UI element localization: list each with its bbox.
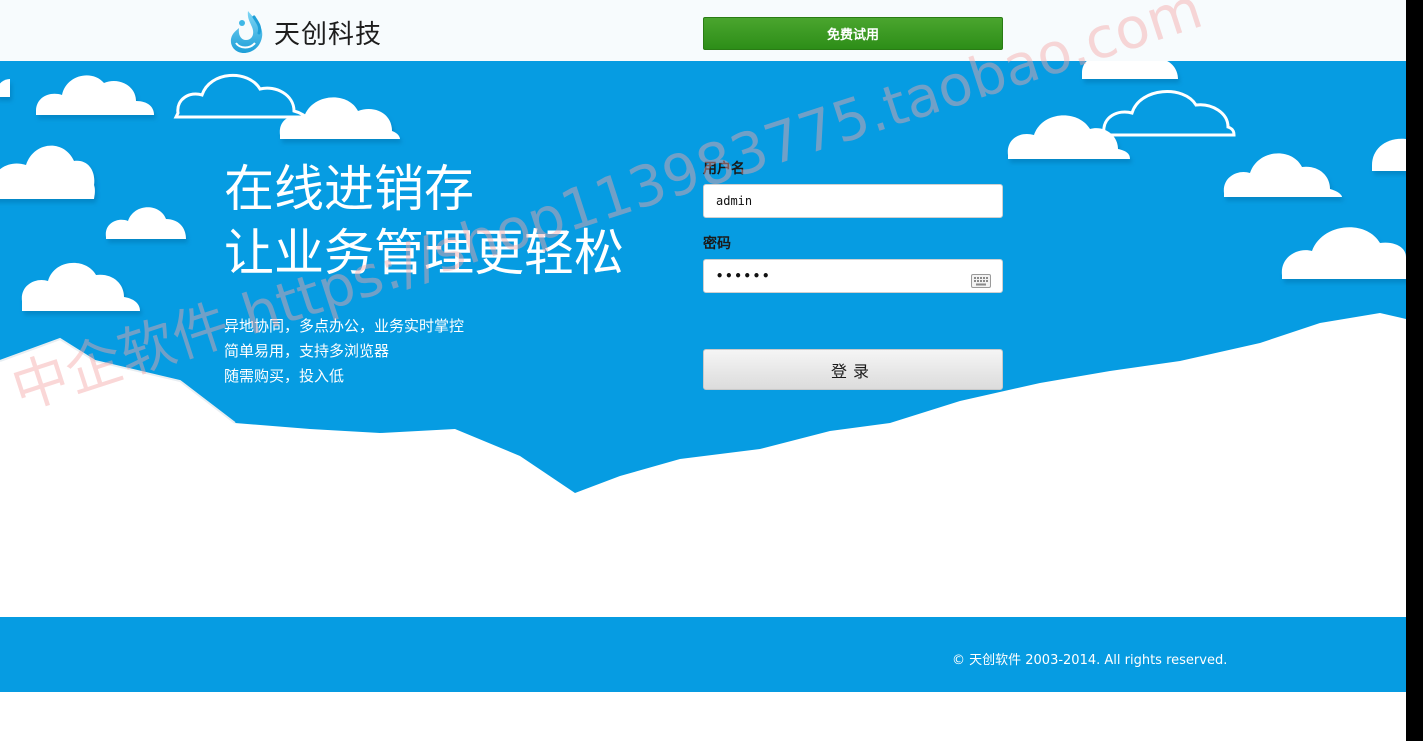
tagline: 简单易用，支持多浏览器	[224, 342, 390, 360]
password-input[interactable]	[703, 259, 1003, 293]
feature-taglines: 异地协同，多点办公，业务实时掌控 简单易用，支持多浏览器 随需购买，投入低	[224, 314, 464, 389]
flame-drop-logo-icon	[230, 11, 263, 53]
password-label: 密码	[703, 236, 731, 252]
free-trial-button[interactable]: 免费试用	[703, 17, 1003, 50]
top-header: 天创科技 免费试用	[0, 0, 1406, 61]
headline-line-1: 在线进销存	[224, 160, 474, 218]
tagline: 随需购买，投入低	[224, 367, 345, 385]
username-input[interactable]	[703, 184, 1003, 218]
keyboard-icon[interactable]	[971, 274, 991, 288]
copyright-text: © 天创软件 2003-2014. All rights reserved.	[952, 653, 1228, 668]
headline-line-2: 让业务管理更轻松	[224, 224, 624, 282]
brand-logo[interactable]: 天创科技	[228, 8, 382, 56]
username-label: 用户名	[703, 161, 745, 177]
brand-name: 天创科技	[274, 19, 383, 50]
password-field-wrapper	[703, 259, 1003, 293]
hero-banner: 在线进销存 让业务管理更轻松 异地协同，多点办公，业务实时掌控 简单易用，支持多…	[0, 61, 1406, 617]
login-button[interactable]: 登录	[703, 349, 1003, 390]
cloud-mountain-background	[0, 61, 1406, 617]
login-form: 用户名 密码	[703, 159, 1003, 293]
window-edge-strip	[1406, 0, 1423, 741]
hero-headline: 在线进销存 让业务管理更轻松	[224, 157, 624, 285]
tagline: 异地协同，多点办公，业务实时掌控	[224, 317, 465, 335]
page-footer: © 天创软件 2003-2014. All rights reserved.	[0, 617, 1406, 692]
